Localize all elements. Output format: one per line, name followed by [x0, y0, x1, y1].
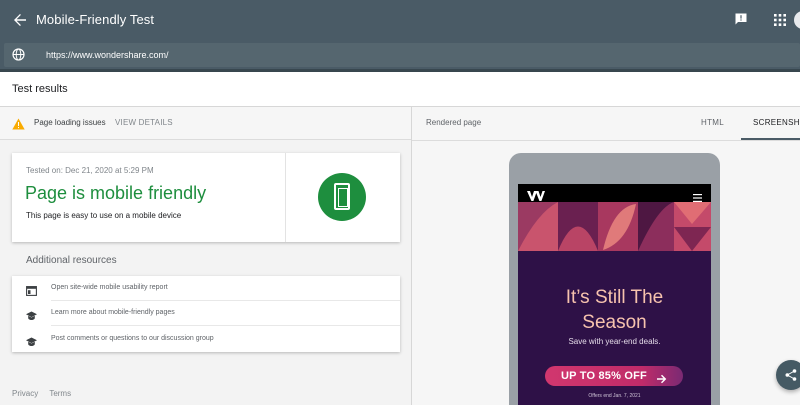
results-pane: Page loading issues VIEW DETAILS Tested …	[0, 107, 411, 405]
mobile-friendly-test-window: Mobile-Friendly Test https://www.wonders…	[0, 0, 800, 405]
graduation-cap-icon	[26, 334, 37, 346]
wondershare-logo-icon	[527, 188, 545, 201]
tab-html[interactable]: HTML	[701, 118, 724, 127]
promo-banner-graphic	[518, 202, 711, 251]
tabs-divider	[412, 140, 800, 141]
smartphone-icon	[334, 183, 350, 210]
feedback-icon[interactable]	[734, 12, 748, 26]
terms-link[interactable]: Terms	[49, 389, 71, 398]
arrow-right-icon	[657, 371, 667, 384]
tested-url[interactable]: https://www.wondershare.com/	[46, 50, 169, 60]
url-field[interactable]: https://www.wondershare.com/	[4, 43, 800, 67]
share-icon	[785, 369, 797, 381]
share-button[interactable]	[776, 360, 800, 390]
rendered-page-pane: Rendered page HTML SCREENSHOT	[412, 107, 800, 405]
additional-resources-heading: Additional resources	[26, 255, 117, 266]
resource-item-discussion-group[interactable]: Post comments or questions to our discus…	[12, 327, 400, 352]
resource-item-learn-more[interactable]: Learn more about mobile-friendly pages	[12, 301, 400, 326]
browser-window-icon	[26, 283, 37, 296]
card-divider	[285, 153, 286, 242]
tab-screenshot[interactable]: SCREENSHOT	[753, 118, 800, 127]
back-arrow-icon[interactable]	[10, 10, 30, 30]
rendered-page-label: Rendered page	[426, 118, 482, 127]
resource-item-usability-report[interactable]: Open site-wide mobile usability report	[12, 276, 400, 301]
page-loading-issues-bar: Page loading issues VIEW DETAILS	[0, 107, 411, 140]
warning-icon	[12, 117, 25, 130]
app-bar: Mobile-Friendly Test	[0, 0, 800, 41]
graduation-cap-icon	[26, 308, 37, 320]
results-heading: Test results	[12, 83, 68, 95]
footer-links: Privacy Terms	[12, 389, 80, 398]
promo-headline: It’s Still The Season	[518, 285, 711, 335]
resource-label: Post comments or questions to our discus…	[51, 335, 214, 342]
verdict-card: Tested on: Dec 21, 2020 at 5:29 PM Page …	[12, 153, 400, 242]
verdict-subtext: This page is easy to use on a mobile dev…	[26, 211, 182, 220]
row-divider	[51, 325, 400, 326]
apps-grid-icon[interactable]	[774, 13, 786, 26]
app-title: Mobile-Friendly Test	[36, 12, 155, 27]
phone-mockup: It’s Still The Season Save with year-end…	[509, 153, 720, 405]
promo-headline-line1: It’s Still The	[565, 287, 664, 308]
url-bar: https://www.wondershare.com/	[0, 41, 800, 69]
tested-on-timestamp: Tested on: Dec 21, 2020 at 5:29 PM	[26, 166, 154, 175]
account-avatar[interactable]	[794, 11, 800, 29]
promo-cta-button: UP TO 85% OFF	[545, 366, 683, 386]
promo-headline-line2: Season	[582, 312, 647, 333]
mobile-friendly-badge	[318, 173, 366, 221]
view-details-link[interactable]: VIEW DETAILS	[115, 118, 173, 127]
site-navbar	[518, 184, 711, 202]
promo-fineprint: Offers end Jan. 7, 2021	[588, 393, 641, 399]
privacy-link[interactable]: Privacy	[12, 389, 38, 398]
results-header: Test results	[0, 72, 800, 107]
hamburger-menu-icon	[693, 189, 702, 202]
promo-cta-label: UP TO 85% OFF	[561, 370, 647, 382]
resources-list: Open site-wide mobile usability report L…	[12, 276, 400, 352]
verdict-headline: Page is mobile friendly	[25, 183, 207, 203]
rendered-screenshot: It’s Still The Season Save with year-end…	[518, 184, 711, 405]
globe-icon	[12, 48, 25, 61]
issues-label: Page loading issues	[34, 118, 106, 127]
promo-subline: Save with year-end deals.	[568, 337, 661, 346]
resource-label: Learn more about mobile-friendly pages	[51, 309, 175, 316]
resource-label: Open site-wide mobile usability report	[51, 284, 168, 291]
